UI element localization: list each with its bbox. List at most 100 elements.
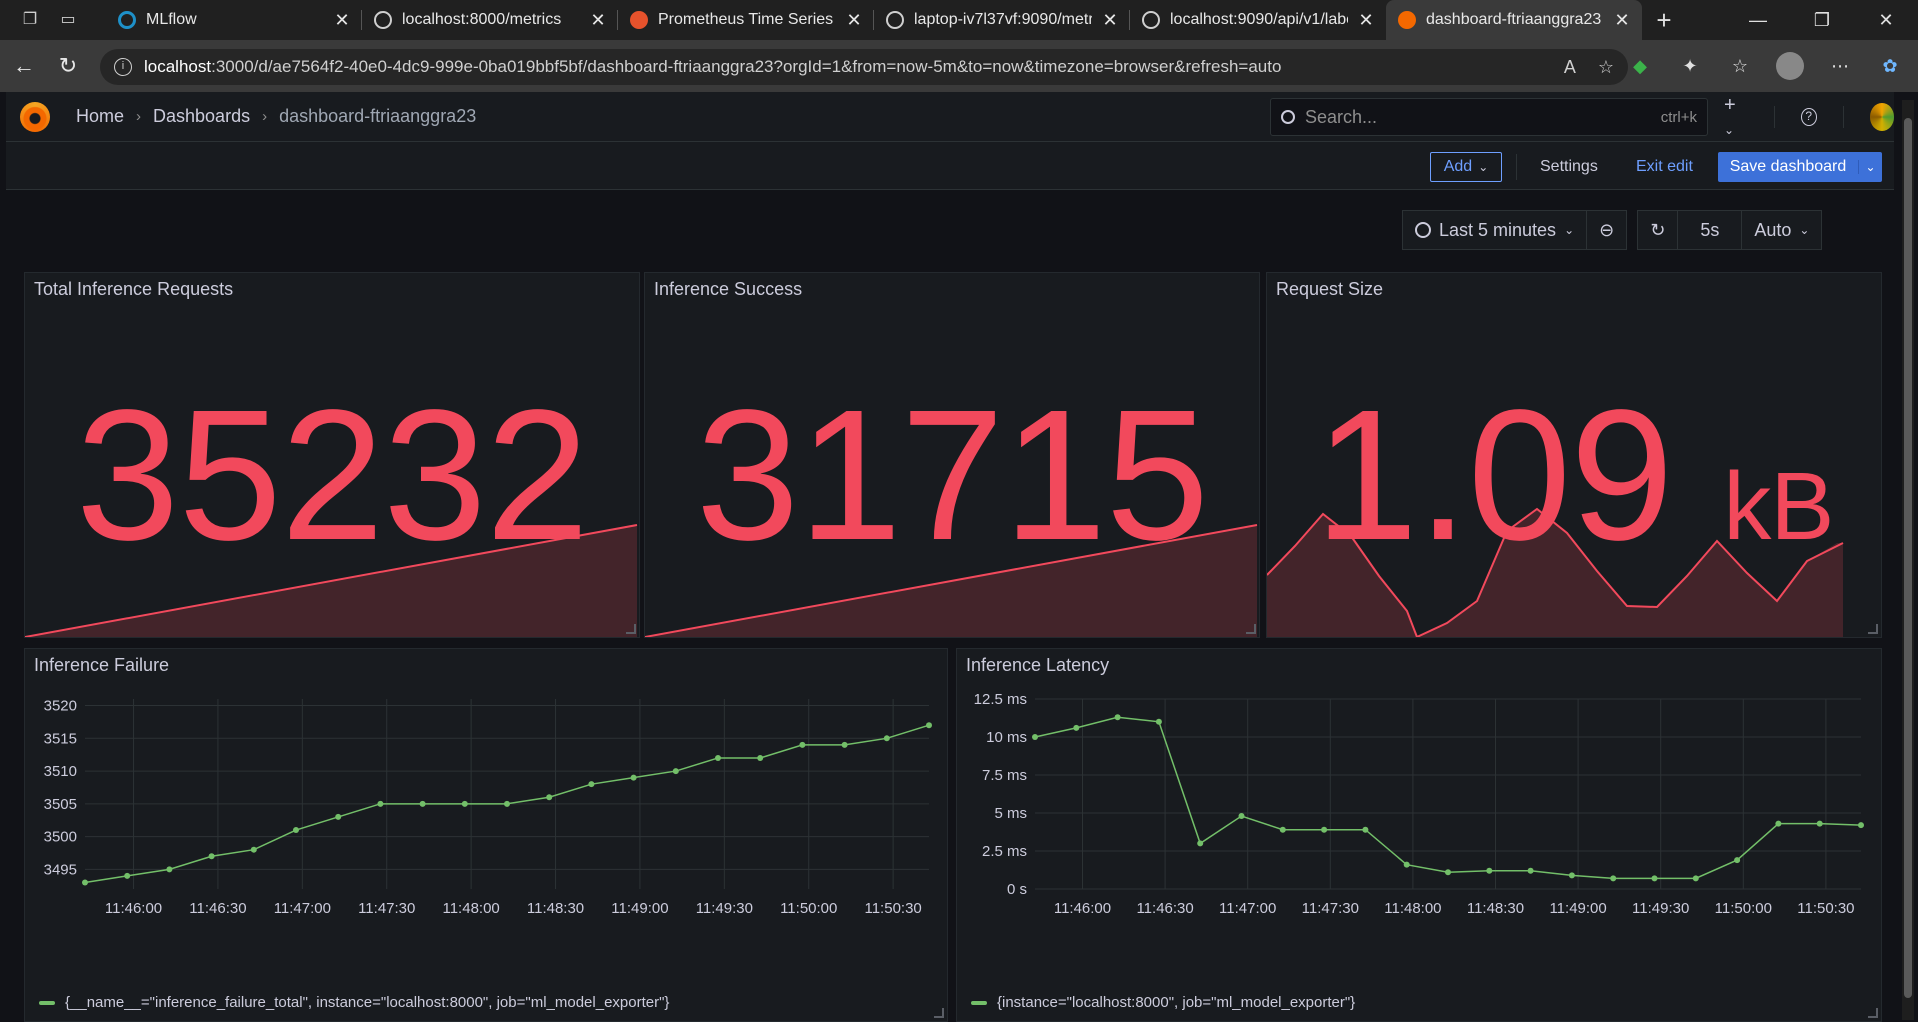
profile-avatar[interactable] <box>1776 52 1804 80</box>
y-tick-label: 3505 <box>44 796 77 813</box>
grafana-logo-icon[interactable] <box>20 101 50 132</box>
data-point <box>672 768 679 775</box>
y-tick-label: 0 s <box>1007 881 1027 898</box>
resize-handle[interactable] <box>1868 1008 1878 1018</box>
panel-title: Inference Failure <box>34 655 170 675</box>
mlflow-favicon-icon <box>118 11 136 29</box>
x-tick-label: 11:47:30 <box>1302 900 1359 917</box>
data-point <box>1155 718 1162 725</box>
y-tick-label: 10 ms <box>986 729 1027 746</box>
close-tab-icon[interactable]: ✕ <box>590 10 606 31</box>
workspaces-icon[interactable]: ❐ <box>20 10 40 30</box>
new-tab-button[interactable]: + <box>1642 0 1686 40</box>
url-host: localhost <box>144 57 212 76</box>
globe-icon <box>1142 11 1160 29</box>
stat-panel-total-requests[interactable]: Total Inference Requests 35232 <box>24 272 640 638</box>
extensions-icon[interactable]: ✦ <box>1676 56 1704 77</box>
favorites-icon[interactable]: ☆ <box>1726 56 1754 77</box>
resize-handle[interactable] <box>626 624 636 634</box>
x-tick-label: 11:49:00 <box>1549 900 1606 917</box>
close-tab-icon[interactable]: ✕ <box>846 10 862 31</box>
extension-shield-icon[interactable]: ◆ <box>1626 56 1654 77</box>
data-point <box>208 853 215 860</box>
data-point <box>1775 820 1782 827</box>
help-icon[interactable]: ? <box>1800 108 1817 126</box>
user-avatar[interactable] <box>1869 103 1894 131</box>
close-tab-icon[interactable]: ✕ <box>1102 10 1118 31</box>
url-field[interactable]: i localhost:3000/d/ae7564f2-40e0-4dc9-99… <box>100 49 1628 85</box>
refresh-mode-dropdown[interactable]: Auto ⌄ <box>1742 211 1821 249</box>
x-tick-label: 11:50:00 <box>1715 900 1772 917</box>
exit-edit-button[interactable]: Exit edit <box>1626 152 1703 182</box>
chart-legend[interactable]: {instance="localhost:8000", job="ml_mode… <box>971 994 1355 1011</box>
minimize-icon[interactable]: — <box>1726 0 1790 40</box>
data-point <box>166 866 173 873</box>
url-path: :3000/d/ae7564f2-40e0-4dc9-999e-0ba019bb… <box>211 57 1282 76</box>
favorite-star-icon[interactable]: ☆ <box>1598 57 1614 78</box>
scrollbar-thumb[interactable] <box>1904 118 1912 998</box>
browser-tab[interactable]: MLflow ✕ <box>106 0 362 40</box>
time-range-button[interactable]: Last 5 minutes ⌄ <box>1403 211 1588 249</box>
search-input[interactable]: Search... ctrl+k <box>1270 98 1708 136</box>
close-tab-icon[interactable]: ✕ <box>1614 10 1630 31</box>
page-scrollbar[interactable] <box>1902 100 1914 1020</box>
data-point <box>250 846 257 853</box>
breadcrumb-dashboards[interactable]: Dashboards <box>153 106 250 127</box>
x-tick-label: 11:50:30 <box>864 900 921 917</box>
y-tick-label: 3500 <box>44 829 77 846</box>
data-point <box>630 774 637 781</box>
browser-left-controls: ❐ ▭ <box>0 0 106 40</box>
zoom-out-button[interactable]: ⊖ <box>1587 211 1626 249</box>
stat-value: 31715 <box>695 372 1209 579</box>
browser-toolbar-right: ◆ ✦ ☆ ⋯ ✿ <box>1626 40 1918 92</box>
top-nav-actions: + ⌄ ? <box>1724 92 1894 142</box>
data-point <box>1197 840 1204 847</box>
resize-handle[interactable] <box>1246 624 1256 634</box>
restore-icon[interactable]: ❐ <box>1790 0 1854 40</box>
x-tick-label: 11:49:00 <box>611 900 668 917</box>
stat-panel-inference-success[interactable]: Inference Success 31715 <box>644 272 1260 638</box>
new-menu-button[interactable]: + ⌄ <box>1724 94 1748 140</box>
more-menu-icon[interactable]: ⋯ <box>1826 56 1854 77</box>
data-point <box>1114 714 1121 721</box>
save-dashboard-button[interactable]: Save dashboard ⌄ <box>1718 152 1882 182</box>
timeseries-panel-inference-latency[interactable]: Inference Latency 0 s 2.5 ms 5 ms 7.5 ms 10 … <box>956 648 1882 1022</box>
resize-handle[interactable] <box>1868 624 1878 634</box>
copilot-icon[interactable]: ✿ <box>1876 56 1904 77</box>
add-button[interactable]: Add ⌄ <box>1430 152 1502 182</box>
back-icon[interactable]: ← <box>2 53 46 79</box>
y-tick-label: 3495 <box>44 861 77 878</box>
site-info-icon[interactable]: i <box>114 58 132 76</box>
reload-icon[interactable]: ↻ <box>46 53 90 79</box>
refresh-interval[interactable]: 5s <box>1678 211 1743 249</box>
read-aloud-icon[interactable]: A <box>1564 57 1576 78</box>
browser-tab[interactable]: laptop-iv7l37vf:9090/metric ✕ <box>874 0 1130 40</box>
x-tick-label: 11:48:00 <box>442 900 499 917</box>
browser-tab[interactable]: localhost:8000/metrics ✕ <box>362 0 618 40</box>
vertical-tabs-icon[interactable]: ▭ <box>58 10 78 30</box>
close-tab-icon[interactable]: ✕ <box>1358 10 1374 31</box>
timeseries-panel-inference-failure[interactable]: Inference Failure 3495 3500 3505 3510 3515 35… <box>24 648 948 1022</box>
browser-tab[interactable]: Prometheus Time Series Co ✕ <box>618 0 874 40</box>
settings-button[interactable]: Settings <box>1530 152 1608 182</box>
dashboard-edit-toolbar: Add ⌄ Settings Exit edit Save dashboard … <box>6 142 1894 190</box>
close-window-icon[interactable]: ✕ <box>1854 0 1918 40</box>
x-tick-label: 11:47:00 <box>1219 900 1276 917</box>
chevron-right-icon: › <box>262 108 268 125</box>
data-point <box>1362 826 1369 833</box>
chart-legend[interactable]: {__name__="inference_failure_total", ins… <box>39 994 669 1011</box>
panel-title: Inference Latency <box>966 655 1110 675</box>
chevron-down-icon[interactable]: ⌄ <box>1858 160 1882 174</box>
refresh-button[interactable]: ↻ <box>1638 211 1679 249</box>
close-tab-icon[interactable]: ✕ <box>334 10 350 31</box>
breadcrumb-home[interactable]: Home <box>76 106 124 127</box>
stat-panel-request-size[interactable]: Request Size 1.09 kB <box>1266 272 1882 638</box>
browser-tab-active[interactable]: dashboard-ftriaanggra23 - ✕ <box>1386 0 1642 40</box>
add-label: Add <box>1443 158 1473 175</box>
data-point <box>926 722 932 729</box>
y-tick-label: 3520 <box>44 698 77 715</box>
data-point <box>883 735 890 742</box>
data-point <box>1073 724 1080 731</box>
browser-tab[interactable]: localhost:9090/api/v1/label ✕ <box>1130 0 1386 40</box>
resize-handle[interactable] <box>934 1008 944 1018</box>
